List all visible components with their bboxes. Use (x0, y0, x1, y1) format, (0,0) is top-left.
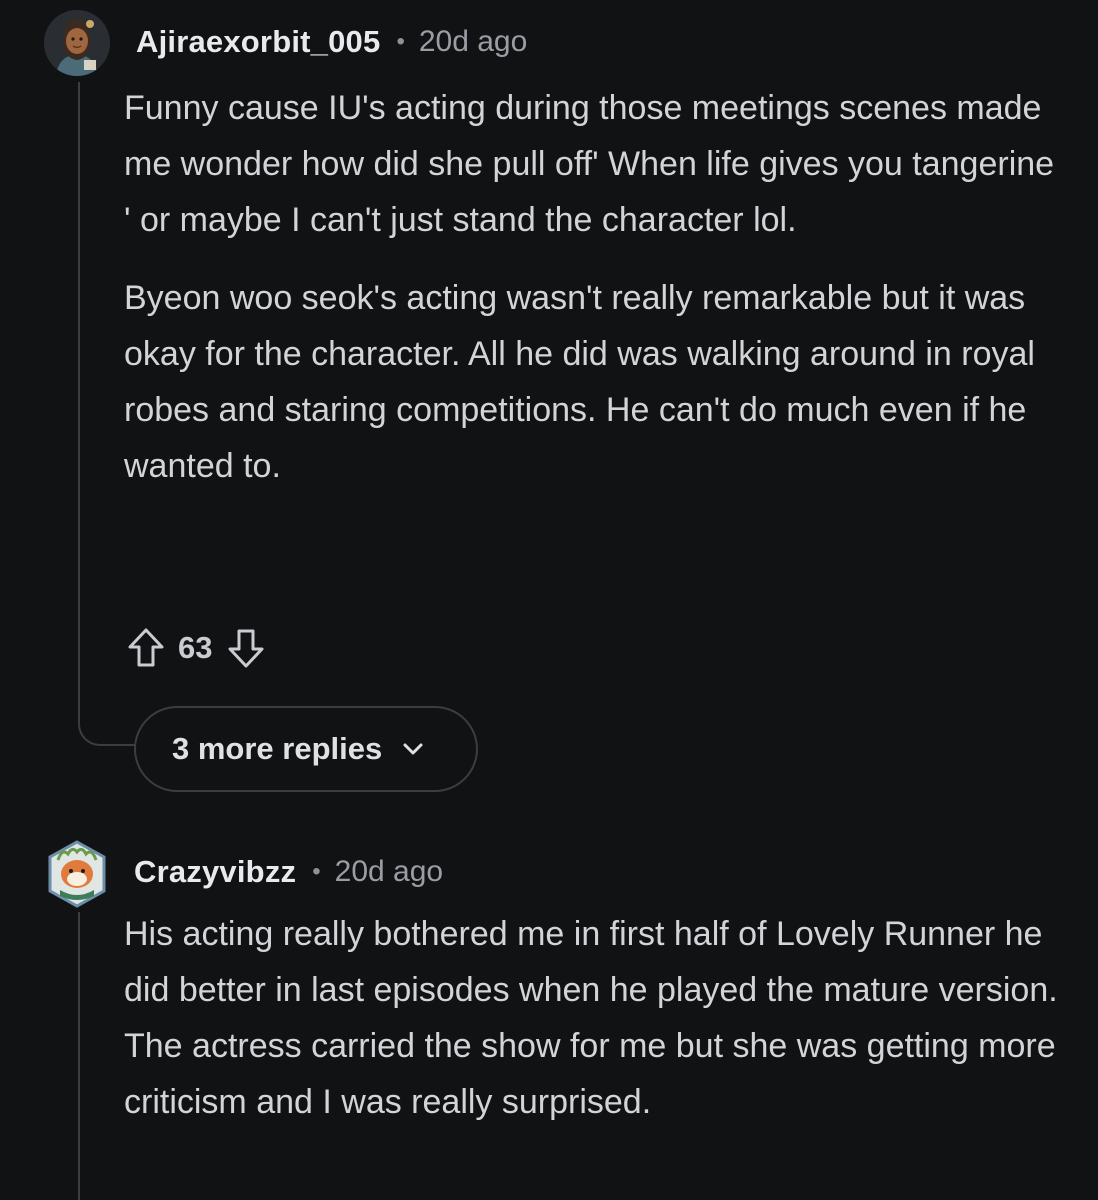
thread-line[interactable] (78, 82, 80, 702)
avatar[interactable] (44, 10, 110, 76)
user-avatar-icon (48, 840, 106, 908)
comment-paragraph: His acting really bothered me in first h… (124, 915, 1058, 1121)
comment-header: Crazyvibzz • 20d ago (134, 854, 443, 890)
separator-dot: • (396, 28, 405, 55)
upvote-button[interactable] (124, 624, 168, 672)
vote-bar: 63 (124, 624, 268, 672)
comment-header: Ajiraexorbit_005 • 20d ago (136, 24, 527, 60)
comment-paragraph: Byeon woo seok's acting wasn't really re… (124, 279, 1035, 485)
username[interactable]: Ajiraexorbit_005 (136, 24, 380, 60)
avatar[interactable] (46, 840, 108, 908)
comment-body: His acting really bothered me in first h… (124, 906, 1064, 1130)
user-avatar-icon (44, 10, 110, 76)
comment-paragraph: Funny cause IU's acting during those mee… (124, 89, 1055, 239)
comment-body: Funny cause IU's acting during those mee… (124, 80, 1064, 494)
more-replies-button[interactable]: 3 more replies (134, 706, 478, 792)
vote-score: 63 (178, 630, 213, 665)
downvote-button[interactable] (224, 624, 268, 672)
chevron-down-icon (403, 743, 423, 755)
timestamp[interactable]: 20d ago (419, 25, 527, 59)
timestamp[interactable]: 20d ago (335, 855, 443, 889)
more-replies-label: 3 more replies (172, 731, 383, 766)
separator-dot: • (312, 858, 321, 885)
arrow-down-icon (228, 629, 264, 668)
arrow-up-icon (128, 628, 164, 667)
thread-line[interactable] (78, 912, 80, 1200)
thread-elbow (78, 700, 136, 746)
username[interactable]: Crazyvibzz (134, 854, 296, 890)
